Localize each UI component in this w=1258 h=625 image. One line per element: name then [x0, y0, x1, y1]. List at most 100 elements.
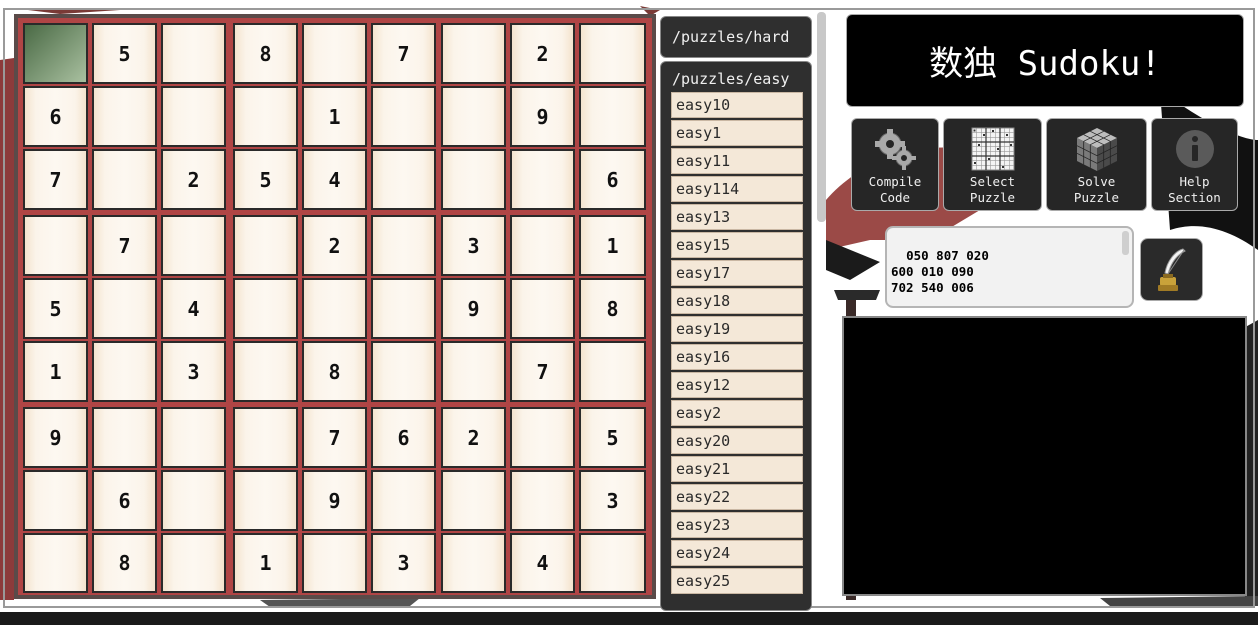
sudoku-cell-r5-c7[interactable]: 9 [441, 278, 506, 339]
sudoku-cell-r7-c6[interactable]: 6 [371, 407, 436, 468]
sudoku-cell-r2-c1[interactable]: 6 [23, 86, 88, 147]
sudoku-cell-r9-c3[interactable] [161, 533, 226, 593]
sudoku-cell-r7-c2[interactable] [92, 407, 157, 468]
sudoku-cell-r4-c9[interactable]: 1 [579, 215, 646, 276]
sudoku-cell-r2-c5[interactable]: 1 [302, 86, 367, 147]
puzzle-list-item[interactable]: easy24 [671, 540, 803, 566]
sudoku-cell-r1-c4[interactable]: 8 [233, 23, 298, 84]
sudoku-cell-r6-c7[interactable] [441, 341, 506, 402]
sudoku-cell-r7-c5[interactable]: 7 [302, 407, 367, 468]
sudoku-cell-r1-c6[interactable]: 7 [371, 23, 436, 84]
select-puzzle-button[interactable]: Select Puzzle [943, 118, 1042, 211]
sudoku-cell-r4-c4[interactable] [233, 215, 298, 276]
sudoku-cell-r7-c7[interactable]: 2 [441, 407, 506, 468]
sudoku-cell-r2-c6[interactable] [371, 86, 436, 147]
solve-puzzle-button[interactable]: Solve Puzzle [1046, 118, 1147, 211]
sudoku-cell-r4-c1[interactable] [23, 215, 88, 276]
sudoku-cell-r9-c7[interactable] [441, 533, 506, 593]
puzzle-list-item[interactable]: easy20 [671, 428, 803, 454]
sudoku-cell-r8-c6[interactable] [371, 470, 436, 531]
sudoku-cell-r5-c8[interactable] [510, 278, 575, 339]
sudoku-cell-r5-c4[interactable] [233, 278, 298, 339]
sudoku-cell-r6-c4[interactable] [233, 341, 298, 402]
puzzle-list-item[interactable]: easy17 [671, 260, 803, 286]
sudoku-cell-r8-c8[interactable] [510, 470, 575, 531]
sudoku-cell-r4-c5[interactable]: 2 [302, 215, 367, 276]
sudoku-cell-r1-c5[interactable] [302, 23, 367, 84]
sudoku-cell-r9-c4[interactable]: 1 [233, 533, 298, 593]
puzzle-list-item[interactable]: easy19 [671, 316, 803, 342]
sudoku-cell-r1-c9[interactable] [579, 23, 646, 84]
sudoku-cell-r2-c4[interactable] [233, 86, 298, 147]
sudoku-cell-r2-c7[interactable] [441, 86, 506, 147]
sudoku-cell-r9-c9[interactable] [579, 533, 646, 593]
sudoku-cell-r7-c1[interactable]: 9 [23, 407, 88, 468]
sudoku-cell-r4-c8[interactable] [510, 215, 575, 276]
sudoku-cell-r6-c3[interactable]: 3 [161, 341, 226, 402]
sudoku-cell-r7-c3[interactable] [161, 407, 226, 468]
sudoku-cell-r9-c6[interactable]: 3 [371, 533, 436, 593]
sudoku-cell-r3-c5[interactable]: 4 [302, 149, 367, 210]
puzzle-list-item[interactable]: easy12 [671, 372, 803, 398]
sudoku-cell-r3-c6[interactable] [371, 149, 436, 210]
sudoku-cell-r4-c7[interactable]: 3 [441, 215, 506, 276]
sudoku-cell-r5-c6[interactable] [371, 278, 436, 339]
sudoku-cell-r9-c1[interactable] [23, 533, 88, 593]
sudoku-cell-r8-c2[interactable]: 6 [92, 470, 157, 531]
sudoku-cell-r8-c3[interactable] [161, 470, 226, 531]
sudoku-cell-r5-c3[interactable]: 4 [161, 278, 226, 339]
sudoku-cell-r9-c2[interactable]: 8 [92, 533, 157, 593]
sudoku-cell-r3-c7[interactable] [441, 149, 506, 210]
sudoku-cell-r3-c9[interactable]: 6 [579, 149, 646, 210]
puzzle-list-item[interactable]: easy22 [671, 484, 803, 510]
sudoku-cell-r4-c2[interactable]: 7 [92, 215, 157, 276]
puzzle-list-item[interactable]: easy15 [671, 232, 803, 258]
sudoku-cell-r3-c4[interactable]: 5 [233, 149, 298, 210]
sudoku-cell-r2-c3[interactable] [161, 86, 226, 147]
sudoku-cell-r6-c2[interactable] [92, 341, 157, 402]
sudoku-cell-r8-c5[interactable]: 9 [302, 470, 367, 531]
help-section-button[interactable]: Help Section [1151, 118, 1238, 211]
puzzle-list-item[interactable]: easy23 [671, 512, 803, 538]
sudoku-cell-r1-c7[interactable] [441, 23, 506, 84]
puzzle-list-item[interactable]: easy2 [671, 400, 803, 426]
sudoku-cell-r5-c9[interactable]: 8 [579, 278, 646, 339]
puzzle-list-item[interactable]: easy18 [671, 288, 803, 314]
sudoku-cell-r6-c8[interactable]: 7 [510, 341, 575, 402]
sudoku-cell-r8-c9[interactable]: 3 [579, 470, 646, 531]
puzzle-list-item[interactable]: easy10 [671, 92, 803, 118]
puzzle-list-item[interactable]: easy11 [671, 148, 803, 174]
sudoku-cell-r9-c5[interactable] [302, 533, 367, 593]
puzzle-list-item[interactable]: easy25 [671, 568, 803, 594]
folder-easy[interactable]: /puzzles/easy easy10 easy1 easy11 easy114 ea… [660, 61, 812, 611]
sudoku-cell-r7-c4[interactable] [233, 407, 298, 468]
sudoku-cell-r7-c9[interactable]: 5 [579, 407, 646, 468]
sudoku-cell-r3-c3[interactable]: 2 [161, 149, 226, 210]
sudoku-cell-r2-c9[interactable] [579, 86, 646, 147]
puzzle-text-area[interactable]: 050 807 020 600 010 090 702 540 006 070 … [885, 226, 1134, 308]
sudoku-cell-r7-c8[interactable] [510, 407, 575, 468]
sudoku-cell-r1-c3[interactable] [161, 23, 226, 84]
sudoku-cell-r1-c2[interactable]: 5 [92, 23, 157, 84]
sudoku-cell-r8-c7[interactable] [441, 470, 506, 531]
puzzle-list-scrollbar[interactable] [817, 12, 826, 222]
sudoku-cell-r8-c4[interactable] [233, 470, 298, 531]
folder-hard[interactable]: /puzzles/hard [660, 16, 812, 58]
sudoku-cell-r1-c1[interactable] [23, 23, 88, 84]
sudoku-cell-r6-c1[interactable]: 1 [23, 341, 88, 402]
sudoku-cell-r5-c2[interactable] [92, 278, 157, 339]
sudoku-cell-r6-c9[interactable] [579, 341, 646, 402]
sudoku-cell-r8-c1[interactable] [23, 470, 88, 531]
write-puzzle-button[interactable] [1140, 238, 1203, 301]
puzzle-list-item[interactable]: easy114 [671, 176, 803, 202]
puzzle-list-item[interactable]: easy1 [671, 120, 803, 146]
puzzle-list-item[interactable]: easy21 [671, 456, 803, 482]
compile-code-button[interactable]: Compile Code [851, 118, 939, 211]
sudoku-cell-r3-c2[interactable] [92, 149, 157, 210]
sudoku-cell-r9-c8[interactable]: 4 [510, 533, 575, 593]
sudoku-cell-r1-c8[interactable]: 2 [510, 23, 575, 84]
sudoku-cell-r5-c5[interactable] [302, 278, 367, 339]
puzzle-list-item[interactable]: easy16 [671, 344, 803, 370]
sudoku-cell-r4-c6[interactable] [371, 215, 436, 276]
sudoku-cell-r5-c1[interactable]: 5 [23, 278, 88, 339]
